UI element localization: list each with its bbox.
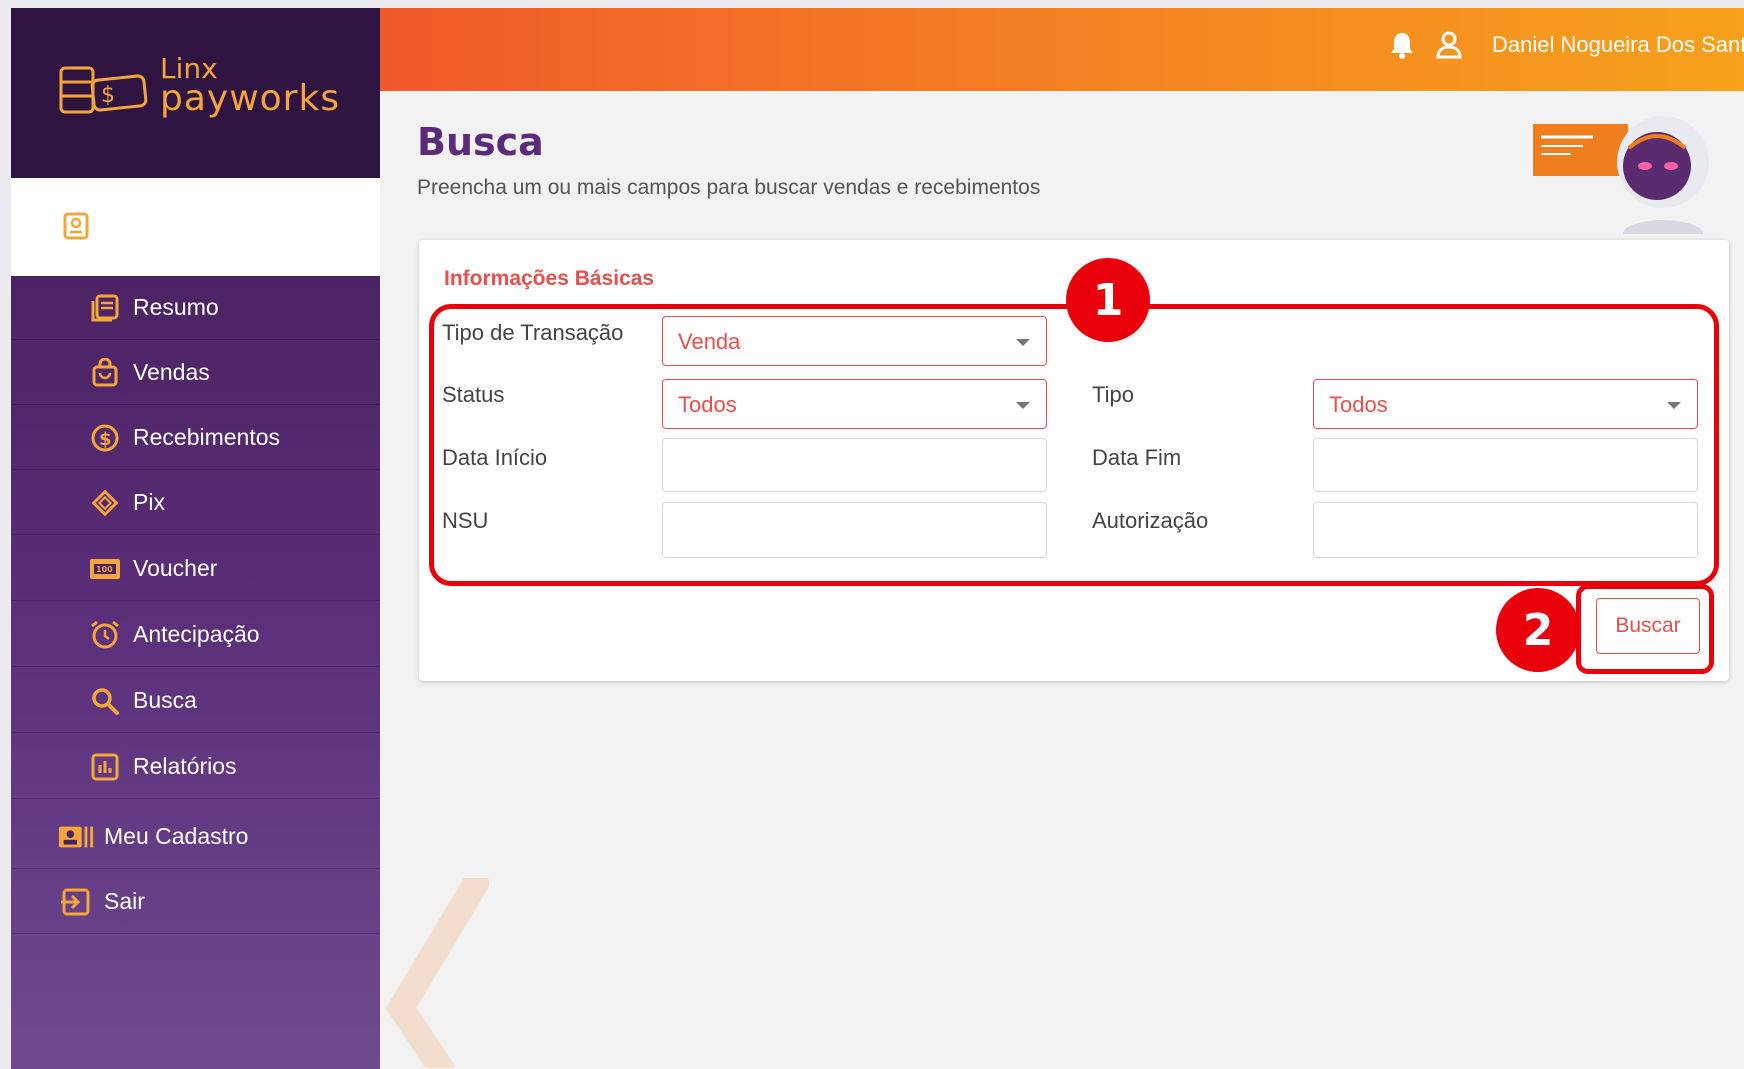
sidebar-item-label: Recebimentos [133,424,281,450]
assistant-bot[interactable] [1533,104,1723,248]
notification-bell-icon[interactable] [1388,30,1416,64]
sidebar-item-sair[interactable]: Sair [11,870,380,934]
user-icon[interactable] [1435,30,1463,64]
shopping-bag-icon [87,355,123,391]
annotation-box-button [1576,584,1714,674]
wallet-logo-icon: $ [59,66,148,114]
user-name[interactable]: Daniel Nogueira Dos Santos [1492,32,1744,58]
sidebar-item-pix[interactable]: Pix [11,471,380,535]
brand-watermark-icon [385,878,489,1068]
id-card-icon [58,819,94,855]
sidebar-collapse-item[interactable] [11,178,380,276]
sidebar-item-relatorios[interactable]: Relatórios [11,735,380,799]
sidebar-item-label: Resumo [133,294,219,320]
sidebar: $ Linx payworks Resumo Vendas $ Recebime… [11,8,380,1069]
sidebar-item-label: Antecipação [133,621,260,647]
svg-text:$: $ [99,429,112,450]
robot-assistant-icon [1533,116,1709,248]
page-title: Busca [417,120,544,164]
sidebar-item-label: Relatórios [133,753,237,779]
sidebar-item-label: Voucher [133,555,218,581]
page-subtitle: Preencha um ou mais campos para buscar v… [417,176,1041,199]
sidebar-item-vendas[interactable]: Vendas [11,341,380,405]
sidebar-item-antecipacao[interactable]: Antecipação [11,603,380,667]
sidebar-item-busca[interactable]: Busca [11,669,380,733]
sidebar-item-recebimentos[interactable]: $ Recebimentos [11,406,380,470]
sidebar-item-label: Meu Cadastro [104,823,249,849]
profile-badge-icon [63,212,89,244]
voucher-icon: 100 [87,551,123,587]
logout-icon [58,884,94,920]
sidebar-item-label: Pix [133,489,165,515]
brand-logo: $ Linx payworks [11,8,380,178]
summary-icon [87,290,123,326]
top-header: Daniel Nogueira Dos Santos [380,8,1744,91]
search-icon [87,683,123,719]
sidebar-item-resumo[interactable]: Resumo [11,276,380,340]
sidebar-item-label: Busca [133,687,197,713]
sidebar-item-meu-cadastro[interactable]: Meu Cadastro [11,805,380,869]
report-icon [87,749,123,785]
alarm-clock-icon [87,617,123,653]
svg-text:$: $ [101,83,115,108]
sidebar-item-label: Sair [104,888,145,914]
sidebar-item-label: Vendas [133,359,210,385]
annotation-number-2: 2 [1496,588,1580,672]
svg-text:100: 100 [96,565,113,574]
pix-icon [87,485,123,521]
brand-line2: payworks [160,78,341,119]
annotation-number-1: 1 [1066,258,1150,342]
dollar-circle-icon: $ [87,420,123,456]
app-window: $ Linx payworks Resumo Vendas $ Recebime… [11,8,1744,1069]
sidebar-item-voucher[interactable]: 100 Voucher [11,537,380,601]
section-title: Informações Básicas [444,267,655,290]
annotation-box-fields [429,304,1719,586]
